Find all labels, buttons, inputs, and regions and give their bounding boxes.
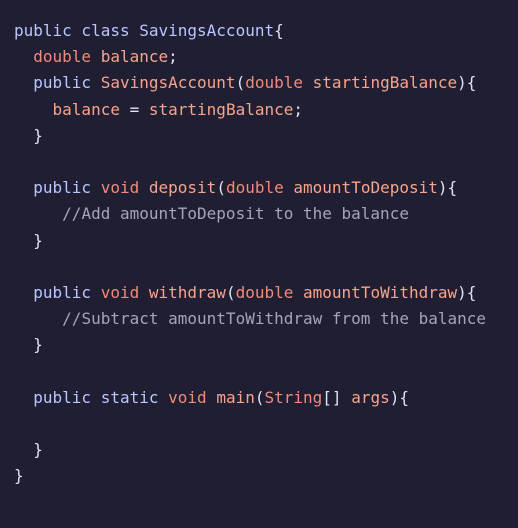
code-token: balance [52, 99, 120, 119]
code-token: main [216, 387, 255, 407]
code-line: } [14, 332, 518, 358]
code-token: double [245, 73, 303, 93]
code-token: ){ [457, 282, 477, 302]
code-line: } [14, 123, 518, 149]
code-line: double balance; [14, 44, 518, 70]
code-token: balance [100, 47, 169, 67]
code-line: public static void main(String[] args){ [14, 385, 518, 411]
code-token: public class [14, 21, 140, 40]
code-token: startingBalance [312, 73, 458, 93]
code-token: void [100, 178, 140, 198]
code-token: amountToDeposit [293, 178, 438, 198]
code-token: ; [168, 47, 178, 67]
code-token: } [14, 125, 43, 145]
code-line: //Subtract amountToWithdraw from the bal… [14, 306, 518, 332]
code-token: void [168, 387, 207, 407]
code-token: startingBalance [148, 99, 294, 119]
code-token: ){ [457, 73, 477, 93]
code-token: SavingsAccount [139, 21, 275, 40]
code-token: ( [235, 73, 246, 93]
code-token: ( [216, 178, 226, 198]
code-token: SavingsAccount [100, 73, 236, 93]
code-token: } [14, 230, 43, 250]
code-token: ( [225, 282, 236, 302]
code-editor-panel[interactable]: public class SavingsAccount{ double bala… [0, 0, 518, 528]
code-token: } [14, 335, 43, 355]
code-line: //Add amountToDeposit to the balance [14, 201, 518, 227]
code-token: ; [293, 99, 304, 119]
code-token: //Add amountToDeposit to the balance [62, 204, 409, 224]
code-token: public [33, 178, 92, 198]
code-token: public [33, 282, 92, 302]
code-line: public void deposit(double amountToDepos… [14, 175, 518, 201]
code-token: deposit [148, 178, 217, 198]
code-token: = [119, 99, 149, 119]
code-token: [] [322, 387, 352, 407]
code-token: static [100, 387, 159, 407]
code-line: } [14, 437, 518, 463]
code-token: double [33, 47, 92, 67]
code-token: void [100, 282, 140, 302]
code-line: public class SavingsAccount{ [14, 18, 518, 44]
code-token: double [235, 282, 294, 302]
code-line: public SavingsAccount(double startingBal… [14, 70, 518, 96]
code-token: public [33, 387, 92, 407]
code-line: } [14, 463, 518, 489]
code-token: public [33, 73, 92, 93]
code-token: amountToWithdraw [303, 282, 458, 302]
code-token: withdraw [148, 282, 226, 302]
code-token: ){ [389, 387, 409, 407]
code-token: //Subtract amountToWithdraw from the bal… [62, 309, 487, 329]
code-line: } [14, 228, 518, 254]
code-token: } [14, 466, 24, 486]
code-token: args [351, 387, 390, 407]
code-token: } [14, 440, 43, 459]
code-token: String [264, 387, 323, 407]
code-line: public void withdraw(double amountToWith… [14, 280, 518, 306]
code-token: { [274, 21, 284, 40]
code-line: balance = startingBalance; [14, 97, 518, 123]
code-token: ){ [437, 178, 458, 198]
code-token: double [225, 178, 284, 198]
